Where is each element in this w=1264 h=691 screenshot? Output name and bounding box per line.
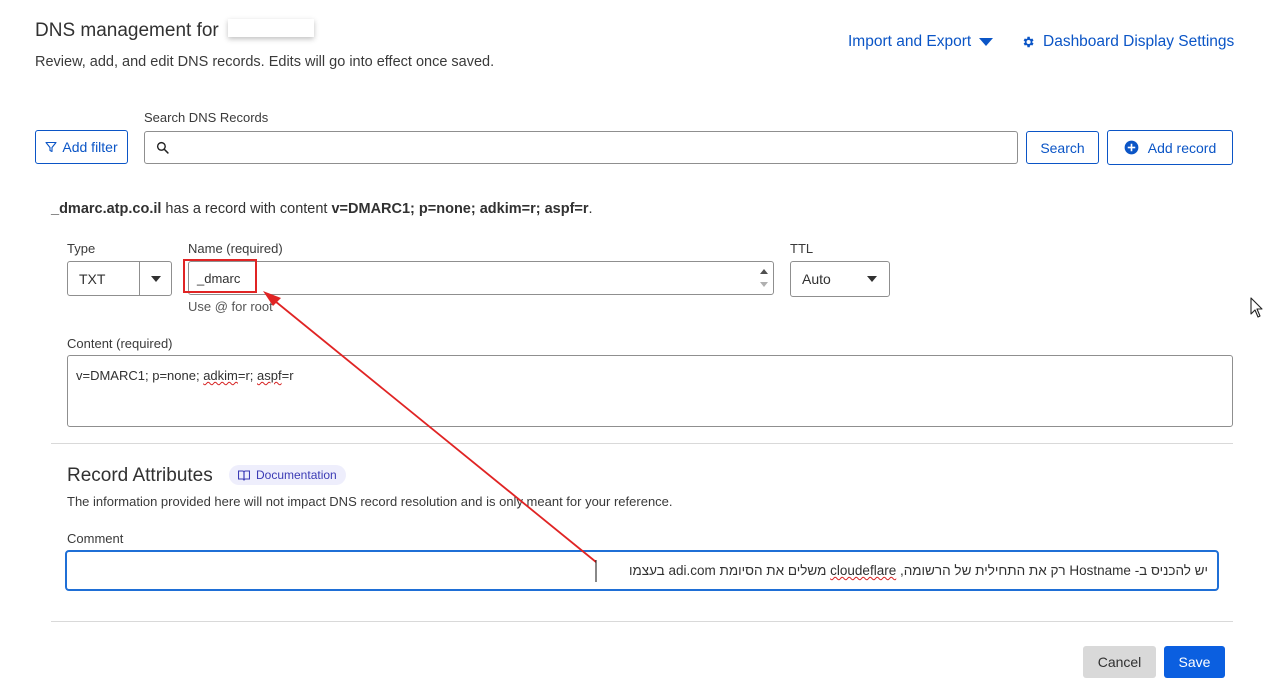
name-spinner[interactable] (758, 265, 770, 291)
ttl-value: Auto (802, 271, 831, 287)
content-text-3: =r (281, 368, 294, 383)
caret-down-icon (979, 38, 994, 46)
comment-text-cloudflare: cloudeflare (830, 563, 897, 578)
mouse-cursor-icon (1250, 297, 1263, 318)
chevron-down-icon (867, 276, 877, 282)
page-subtitle: Review, add, and edit DNS records. Edits… (35, 54, 495, 70)
page-title: DNS management for (35, 18, 315, 42)
gear-icon (1023, 36, 1034, 48)
attributes-info: The information provided here will not i… (67, 494, 673, 509)
save-label: Save (1178, 654, 1211, 670)
content-textarea[interactable]: v=DMARC1; p=none; adkim=r; aspf=r (67, 355, 1233, 427)
comment-value: יש להכניס ב- Hostname רק את התחילית של ה… (629, 563, 1208, 578)
import-export-label: Import and Export (848, 33, 972, 50)
ttl-label: TTL (790, 241, 814, 256)
documentation-label: Documentation (256, 468, 337, 482)
existing-record-notice: _dmarc.atp.co.il has a record with conte… (51, 201, 593, 217)
add-filter-label: Add filter (62, 139, 118, 155)
spinner-arrows-icon (760, 269, 768, 287)
search-button[interactable]: Search (1026, 131, 1099, 164)
search-input[interactable] (144, 131, 1018, 164)
filter-icon (45, 141, 57, 153)
add-filter-button[interactable]: Add filter (35, 130, 128, 164)
save-button[interactable]: Save (1164, 646, 1225, 678)
content-text-2: =r; (237, 368, 258, 383)
name-hint: Use @ for root (188, 299, 273, 314)
type-select[interactable]: TXT (67, 261, 172, 296)
ttl-select[interactable]: Auto (790, 261, 890, 297)
import-export-menu[interactable]: Import and Export (848, 33, 994, 51)
cancel-label: Cancel (1097, 654, 1142, 670)
section-divider (51, 443, 1233, 444)
page-title-text: DNS management for (35, 20, 219, 41)
documentation-badge[interactable]: Documentation (229, 465, 346, 485)
annotation-highlight-box (183, 259, 257, 293)
search-label: Search DNS Records (144, 110, 269, 125)
comment-text-a: יש להכניס ב- Hostname רק את התחילית של ה… (896, 563, 1208, 578)
comment-text-b: משלים את הסיומת adi.com בעצמו (628, 563, 831, 578)
type-value: TXT (79, 270, 106, 287)
search-icon (156, 141, 169, 154)
book-icon (238, 469, 250, 481)
search-button-label: Search (1040, 139, 1085, 156)
comment-input[interactable]: יש להכניס ב- Hostname רק את התחילית של ה… (65, 550, 1219, 591)
notice-end: . (588, 201, 593, 217)
plus-circle-icon (1124, 140, 1139, 155)
content-text-adkim: adkim (203, 368, 238, 383)
content-text-1: v=DMARC1; p=none; (76, 368, 204, 383)
name-input[interactable]: _dmarc (188, 261, 774, 295)
dashboard-display-settings-link[interactable]: Dashboard Display Settings (1021, 33, 1234, 51)
content-label: Content (required) (67, 336, 173, 351)
notice-content: v=DMARC1; p=none; adkim=r; aspf=r (331, 201, 589, 217)
name-label: Name (required) (188, 241, 283, 256)
type-dropdown-toggle[interactable] (139, 262, 171, 295)
footer-divider (51, 621, 1233, 622)
cancel-button[interactable]: Cancel (1083, 646, 1156, 678)
dashboard-display-settings-label: Dashboard Display Settings (1043, 33, 1235, 50)
redacted-domain (228, 18, 315, 37)
chevron-down-icon (150, 275, 161, 282)
annotation-arrow-line (269, 296, 597, 563)
notice-middle: has a record with content (161, 201, 332, 217)
notice-record-name: _dmarc.atp.co.il (51, 201, 162, 217)
record-attributes-heading: Record Attributes (67, 465, 213, 486)
content-value: v=DMARC1; p=none; adkim=r; aspf=r (76, 368, 294, 383)
type-label: Type (67, 241, 96, 256)
comment-label: Comment (67, 531, 124, 546)
content-text-aspf: aspf (257, 368, 282, 383)
add-record-label: Add record (1147, 139, 1217, 156)
add-record-button[interactable]: Add record (1107, 130, 1233, 165)
